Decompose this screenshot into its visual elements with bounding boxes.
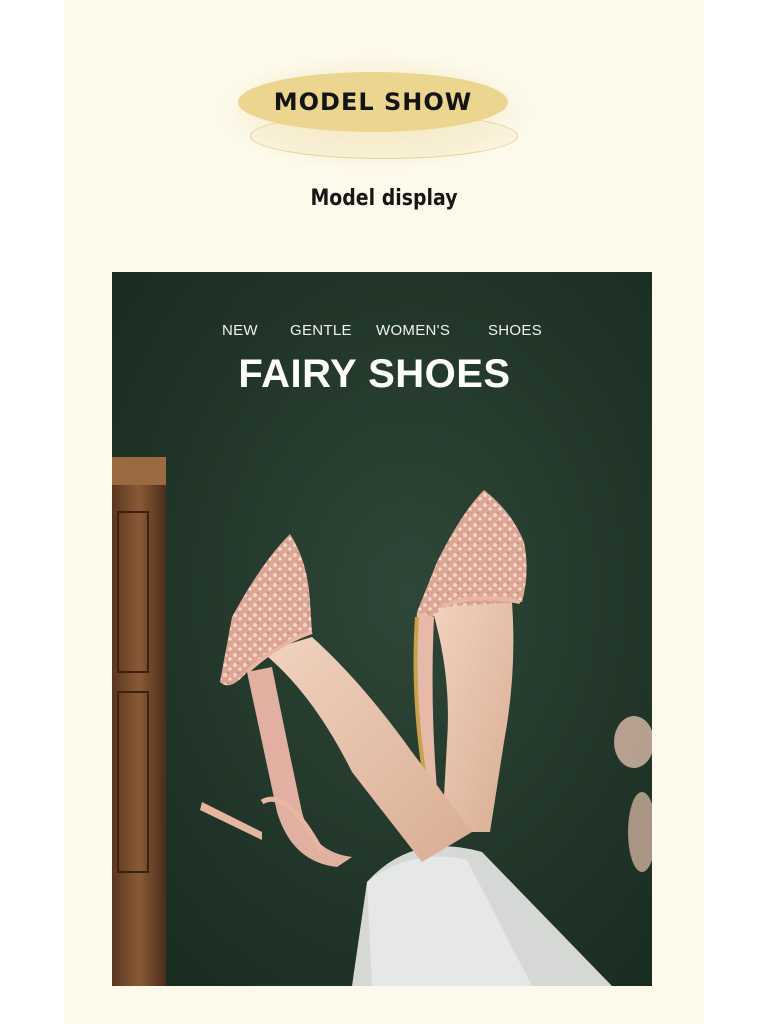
tagline-row: NEW GENTLE WOMEN'S SHOES — [112, 322, 652, 342]
tagline-womens: WOMEN'S — [376, 322, 451, 339]
hero-photo: NEW GENTLE WOMEN'S SHOES FAIRY SHOES — [112, 272, 652, 986]
section-subtitle: Model display — [310, 186, 458, 211]
badge-label: MODEL SHOW — [273, 88, 473, 116]
dress-hem — [352, 846, 612, 986]
tagline-new: NEW — [222, 322, 258, 339]
tagline-shoes: SHOES — [488, 322, 543, 339]
hero-headline: FAIRY SHOES — [238, 352, 511, 396]
blurred-flowers — [614, 716, 652, 872]
wooden-cabinet — [112, 457, 166, 986]
badge-pill: MODEL SHOW — [238, 72, 508, 132]
model-show-badge: MODEL SHOW — [220, 55, 530, 170]
tagline-gentle: GENTLE — [290, 322, 352, 339]
